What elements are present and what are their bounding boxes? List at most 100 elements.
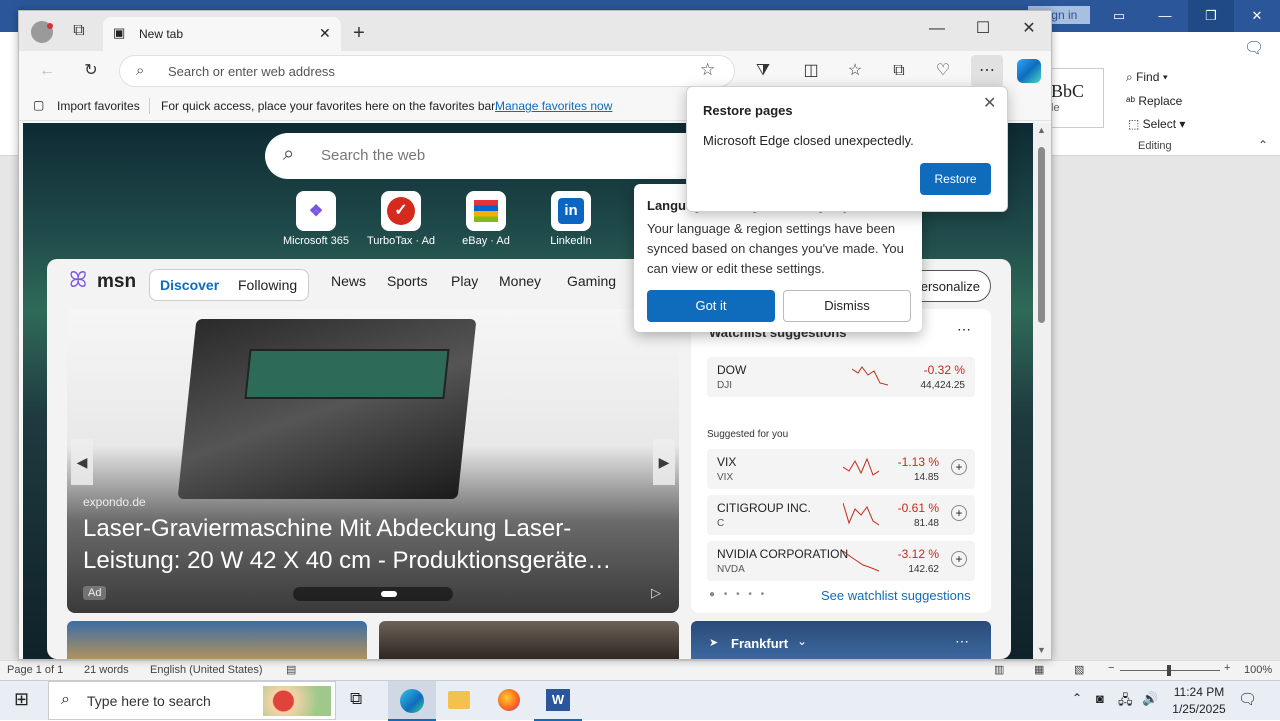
news-card-image[interactable]	[379, 621, 679, 659]
address-bar[interactable]: ⌕ Search or enter web address ☆	[119, 55, 735, 87]
replace-button[interactable]: ᵃᵇ Replace	[1126, 94, 1182, 108]
tab-close-icon[interactable]: ✕	[319, 25, 331, 42]
comments-icon[interactable]: 🗨	[1244, 38, 1264, 58]
tab-discover[interactable]: Discover	[160, 277, 219, 293]
firefox-icon[interactable]	[498, 689, 520, 711]
proofing-icon[interactable]: ▤	[286, 663, 296, 676]
print-layout-icon[interactable]: ▦	[1034, 663, 1044, 676]
scroll-down-icon[interactable]: ▼	[1037, 645, 1046, 655]
new-tab-button[interactable]: +	[343, 17, 375, 49]
file-explorer-icon[interactable]	[448, 691, 470, 709]
zoom-level[interactable]: 100%	[1244, 664, 1272, 676]
clock-time[interactable]: 11:24 PM	[1172, 685, 1226, 699]
tab-actions-icon[interactable]: ⧉	[63, 15, 95, 47]
scroll-thumb[interactable]	[1038, 147, 1045, 323]
meet-now-icon[interactable]: ◙	[1096, 691, 1104, 706]
style-gallery[interactable]: BbC le	[1048, 68, 1104, 128]
quicklink-microsoft-365[interactable]: ❖ Microsoft 365	[276, 191, 356, 247]
nav-gaming[interactable]: Gaming	[567, 273, 616, 289]
favorite-star-icon[interactable]: ☆	[700, 60, 715, 80]
weather-city[interactable]: Frankfurt	[731, 636, 788, 651]
nav-money[interactable]: Money	[499, 273, 541, 289]
task-view-icon[interactable]: ⧉	[350, 689, 362, 709]
tab-following[interactable]: Following	[238, 277, 297, 293]
stock-row[interactable]: DOW DJI -0.32 % 44,424.25	[707, 357, 975, 397]
import-favorites-icon: ▢	[33, 98, 45, 112]
extensions-icon[interactable]: ⧩	[747, 55, 779, 87]
close-icon[interactable]: ✕	[1234, 0, 1280, 32]
chevron-down-icon[interactable]: ⌄	[797, 634, 807, 648]
browser-essentials-icon[interactable]: ♡	[927, 55, 959, 87]
word-taskbar-button[interactable]: W	[534, 681, 582, 721]
got-it-button[interactable]: Got it	[647, 290, 775, 322]
search-icon: ⌕	[136, 62, 145, 79]
volume-icon[interactable]: 🔊	[1142, 691, 1158, 707]
dismiss-button[interactable]: Dismiss	[783, 290, 911, 322]
close-icon[interactable]: ✕	[983, 93, 996, 113]
taskbar-search[interactable]: ⌕ Type here to search	[48, 681, 336, 720]
quicklink-turbotax[interactable]: ✓ TurboTax · Ad	[361, 191, 441, 247]
copilot-icon[interactable]	[1017, 59, 1041, 83]
import-favorites-button[interactable]: Import favorites	[57, 99, 140, 113]
restore-button[interactable]: Restore	[920, 163, 991, 195]
style-subtext: le	[1051, 102, 1060, 114]
more-options-icon[interactable]: ⋯	[955, 633, 969, 650]
scroll-up-icon[interactable]: ▲	[1037, 125, 1046, 135]
select-button[interactable]: ⬚ Select ▾	[1128, 117, 1185, 131]
tab-title: New tab	[139, 27, 184, 41]
location-icon: ➤	[709, 637, 719, 649]
settings-more-icon[interactable]: ⋯	[971, 55, 1003, 87]
notifications-icon[interactable]: 🗨	[1238, 690, 1257, 708]
find-button[interactable]: ⌕ Find ▾	[1126, 70, 1168, 85]
feed-tab-group: Discover Following	[149, 269, 309, 301]
ad-choices-icon[interactable]: ▷	[651, 585, 661, 601]
close-icon[interactable]: ✕	[1013, 13, 1045, 45]
nav-play[interactable]: Play	[451, 273, 478, 289]
nav-news[interactable]: News	[331, 273, 366, 289]
back-icon[interactable]: ←	[31, 55, 63, 87]
collapse-ribbon-icon[interactable]: ⌃	[1258, 138, 1268, 152]
maximize-icon[interactable]: ☐	[967, 13, 999, 45]
web-search-box[interactable]: ⌕ Search the web	[265, 133, 735, 179]
edge-taskbar-button[interactable]	[388, 681, 436, 721]
refresh-icon[interactable]: ↻	[75, 55, 107, 87]
see-watchlist-link[interactable]: See watchlist suggestions	[821, 588, 971, 603]
stock-row[interactable]: VIX VIX -1.13 % 14.85 +	[707, 449, 975, 489]
stock-row[interactable]: CITIGROUP INC. C -0.61 % 81.48 +	[707, 495, 975, 535]
chevron-up-icon[interactable]: ⌃	[1072, 691, 1082, 705]
msn-logo[interactable]: msn	[97, 271, 136, 293]
split-screen-icon[interactable]: ◫	[795, 55, 827, 87]
watchlist-pager[interactable]: ● • • • •	[709, 589, 767, 600]
page-scrollbar[interactable]: ▲ ▼	[1033, 123, 1051, 659]
add-to-watchlist-icon[interactable]: +	[951, 551, 967, 567]
clock-date[interactable]: 1/25/2025	[1166, 702, 1232, 716]
collections-icon[interactable]: ⧉	[883, 55, 915, 87]
ribbon-display-icon[interactable]: ▭	[1096, 0, 1142, 32]
windows-start-icon[interactable]: ⊞	[14, 689, 29, 710]
stock-row[interactable]: NVIDIA CORPORATION NVDA -3.12 % 142.62 +	[707, 541, 975, 581]
more-options-icon[interactable]: ⋯	[957, 321, 971, 338]
quicklink-ebay[interactable]: eBay · Ad	[446, 191, 526, 247]
word-count: 21 words	[84, 664, 129, 676]
network-icon[interactable]: 🖧	[1118, 691, 1133, 713]
favorites-icon[interactable]: ☆	[839, 55, 871, 87]
carousel-indicator[interactable]	[293, 587, 453, 601]
add-to-watchlist-icon[interactable]: +	[951, 505, 967, 521]
hero-title[interactable]: Laser-Graviermaschine Mit Abdeckung Lase…	[83, 513, 643, 577]
carousel-next-icon[interactable]: ▶	[653, 439, 675, 485]
minimize-icon[interactable]: —	[1142, 0, 1188, 32]
weather-card[interactable]: ➤ Frankfurt ⌄ ⋯	[691, 621, 991, 659]
quicklink-linkedin[interactable]: in LinkedIn	[531, 191, 611, 247]
hero-ad-card[interactable]: ◀ ▶ expondo.de Laser-Graviermaschine Mit…	[67, 309, 679, 613]
restore-icon[interactable]: ❐	[1188, 0, 1234, 32]
zoom-slider[interactable]: − +	[1108, 662, 1232, 676]
news-card-image[interactable]	[67, 621, 367, 659]
manage-favorites-link[interactable]: Manage favorites now	[495, 99, 612, 113]
carousel-prev-icon[interactable]: ◀	[71, 439, 93, 485]
nav-sports[interactable]: Sports	[387, 273, 427, 289]
minimize-icon[interactable]: —	[921, 13, 953, 45]
read-mode-icon[interactable]: ▥	[994, 663, 1004, 676]
tab-new-tab[interactable]: ▣ New tab ✕	[103, 17, 341, 51]
add-to-watchlist-icon[interactable]: +	[951, 459, 967, 475]
web-layout-icon[interactable]: ▧	[1074, 663, 1084, 676]
